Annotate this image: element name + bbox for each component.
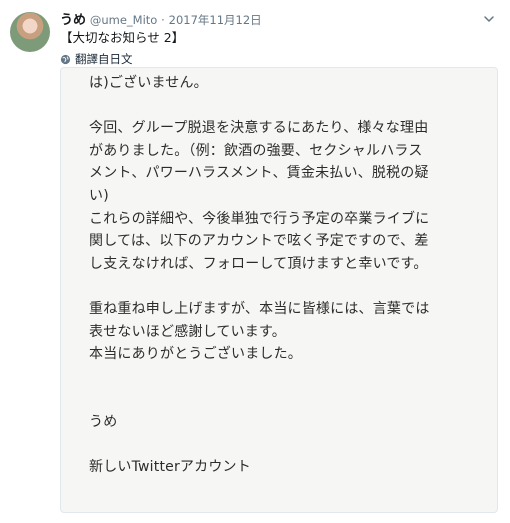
chevron-down-icon[interactable]	[482, 12, 496, 26]
letter-line	[89, 434, 487, 457]
separator-dot: ·	[161, 13, 165, 27]
letter-line: い)	[89, 187, 109, 204]
tweet-image[interactable]: は)ございません。今回、グループ脱退を決意するにあたり、様々な理由 がありました。…	[60, 67, 498, 513]
letter-line	[89, 275, 487, 298]
letter-line: し支えなければ、フォローして頂けますと幸いです。	[89, 255, 428, 272]
translate-label: 翻譯自日文	[75, 52, 133, 66]
letter-line: 表せないほど感謝しています。	[89, 323, 286, 340]
tweet: うめ @ume_Mito · 2017年11月12日 【大切なお知らせ 2】 翻…	[0, 0, 510, 523]
letter-line: がありました。（例：飲酒の強要、セクシャルハラス	[89, 142, 423, 159]
letter-line: これらの詳細や、今後単独で行う予定の卒業ライブに	[89, 210, 430, 227]
globe-icon	[60, 54, 71, 64]
letter-line: 本当にありがとうございました。	[89, 346, 302, 363]
timestamp[interactable]: 2017年11月12日	[169, 13, 262, 27]
letter-text: は)ございません。今回、グループ脱退を決意するにあたり、様々な理由 がありました。…	[89, 72, 487, 479]
letter-line: は)ございません。	[89, 75, 208, 91]
translate-link[interactable]: 翻譯自日文	[60, 51, 133, 67]
letter-line: うめ	[89, 413, 118, 430]
letter-line: 新しいTwitterアカウント	[89, 459, 251, 476]
letter-line	[89, 95, 487, 118]
letter-line: 今回、グループ脱退を決意するにあたり、様々な理由	[89, 120, 429, 137]
letter-line: 関しては、以下のアカウントで呟く予定ですので、差	[89, 233, 429, 250]
letter-line	[89, 366, 487, 389]
letter-line	[89, 388, 487, 411]
letter-line: メント、パワーハラスメント、賃金未払い、脱税の疑	[89, 165, 429, 182]
display-name[interactable]: うめ	[60, 13, 86, 28]
tweet-header: うめ @ume_Mito · 2017年11月12日	[60, 11, 470, 29]
letter-line: 重ね重ね申し上げますが、本当に皆様には、言葉では	[89, 300, 430, 317]
tweet-text: 【大切なお知らせ 2】	[60, 30, 185, 45]
avatar[interactable]	[10, 12, 50, 52]
user-handle[interactable]: @ume_Mito	[90, 13, 157, 27]
